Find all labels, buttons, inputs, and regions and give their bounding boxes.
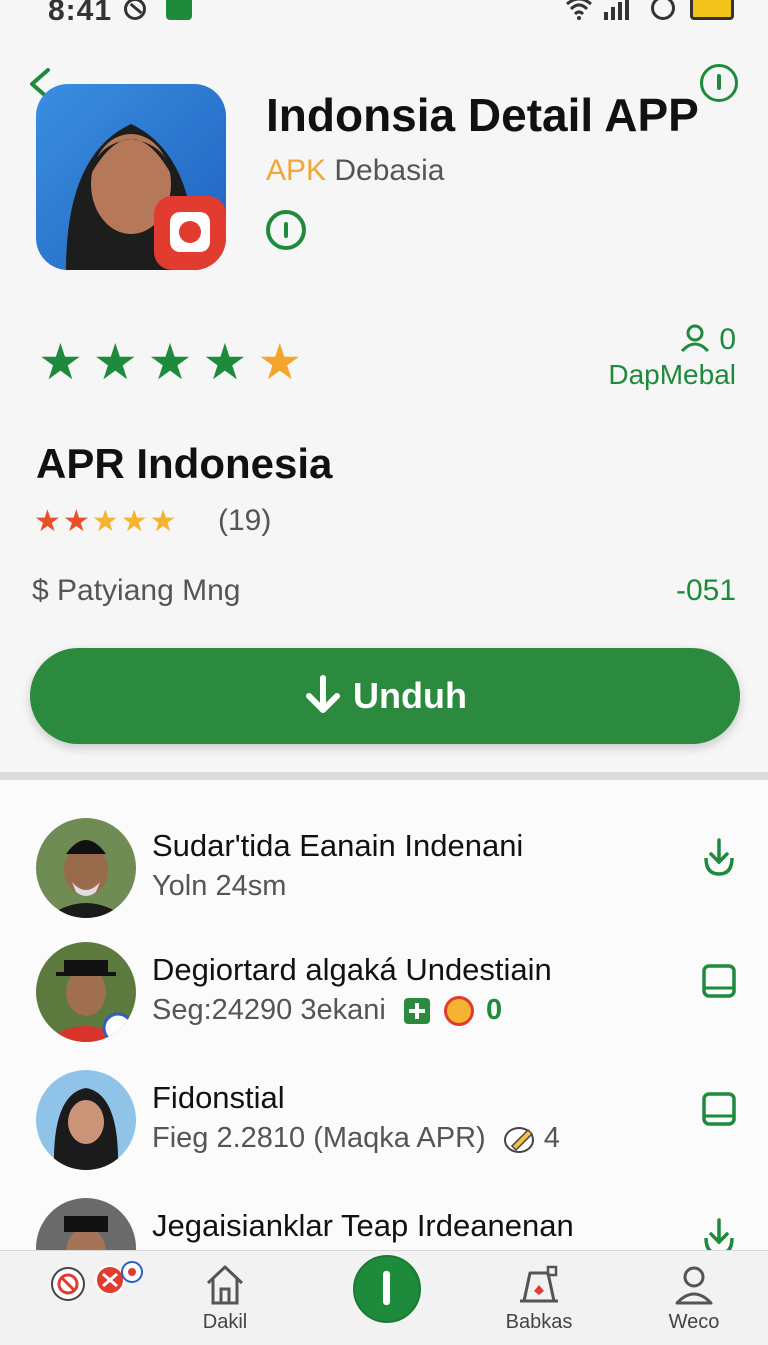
developer-count-value: 0 xyxy=(719,323,736,356)
list-item-subtitle: Seg:24290 3ekani 0 xyxy=(152,994,502,1027)
list-item[interactable]: Degiortard algaká Undestiain Seg:24290 3… xyxy=(0,942,768,1068)
section-title: APR Indonesia xyxy=(36,440,333,487)
star-icon: ★ xyxy=(149,504,177,539)
list-item-title: Sudar'tida Eanain Indenani xyxy=(152,828,524,863)
download-arrow-icon xyxy=(306,675,341,713)
status-bar: 8:41 xyxy=(0,0,768,30)
download-button[interactable]: Unduh xyxy=(30,648,740,744)
price-value: -051 xyxy=(675,574,736,607)
nav-label-profile: Weco xyxy=(668,1311,720,1333)
star-icon: ★ xyxy=(120,504,148,539)
nav-label-home: Dakil xyxy=(202,1311,248,1333)
app-subtitle-highlight: APK xyxy=(266,154,327,187)
list-item[interactable]: Fidonstial Fieg 2.2810 (Maqka APR) 4 xyxy=(0,1070,768,1196)
avatar xyxy=(36,1070,136,1170)
nav-label-store: Babkas xyxy=(505,1311,573,1333)
profile-icon xyxy=(675,1266,713,1305)
download-icon[interactable] xyxy=(700,836,738,878)
nav-item-profile[interactable]: Weco xyxy=(634,1263,754,1334)
developer-info[interactable]: 0 DapMebal xyxy=(608,322,736,392)
home-icon xyxy=(206,1265,244,1305)
user-icon xyxy=(680,324,710,353)
app-subtitle-text: Debasia xyxy=(334,154,445,187)
list-item-subtitle-text: Seg:24290 3ekani xyxy=(152,994,386,1026)
save-icon[interactable] xyxy=(700,960,738,1002)
developer-name: DapMebal xyxy=(608,359,736,390)
star-icon: ★ xyxy=(91,504,119,539)
nav-item-home[interactable]: Dakil xyxy=(165,1263,285,1334)
payment-label: $ Patyiang Mng xyxy=(32,574,241,607)
emoji-badge-icon xyxy=(443,996,474,1027)
section-divider xyxy=(0,772,768,780)
notification-app-icon xyxy=(166,0,192,20)
pencil-icon xyxy=(503,1127,534,1154)
avatar xyxy=(36,818,136,918)
star-icon: ★ xyxy=(62,504,90,539)
list-item-subtitle: Fieg 2.2810 (Maqka APR) 4 xyxy=(152,1122,560,1155)
list-item-subtitle: Yoln 24sm xyxy=(152,870,287,902)
star-icon: ★ xyxy=(38,333,83,391)
app-subtitle: APK Debasia xyxy=(266,154,444,188)
info-icon[interactable] xyxy=(700,64,738,102)
star-icon: ★ xyxy=(92,333,138,391)
do-not-disturb-icon xyxy=(124,0,146,20)
signal-icon xyxy=(604,0,629,20)
floating-notification-badges[interactable] xyxy=(48,1258,148,1308)
avatar xyxy=(36,942,136,1042)
nav-item-store[interactable]: Babkas xyxy=(479,1263,599,1334)
related-list: Sudar'tida Eanain Indenani Yoln 24sm Deg… xyxy=(0,780,768,1298)
app-title: Indonsia Detail APP xyxy=(266,89,699,141)
list-item-subtitle-text: Fieg 2.2810 (Maqka APR) xyxy=(152,1122,486,1154)
review-count: (19) xyxy=(218,504,272,537)
small-rating-stars: ★ ★ ★ ★ ★ xyxy=(34,502,177,542)
list-item-title: Fidonstial xyxy=(152,1080,285,1115)
list-item-title: Jegaisianklar Teap Irdeanenan xyxy=(152,1208,574,1243)
rating-stars[interactable]: ★ ★ ★ ★ ★ xyxy=(38,334,302,390)
list-item-title: Degiortard algaká Undestiain xyxy=(152,952,552,987)
plus-badge-icon xyxy=(403,998,430,1025)
download-label: Unduh xyxy=(353,675,467,716)
verified-icon xyxy=(266,210,306,250)
list-item[interactable]: Sudar'tida Eanain Indenani Yoln 24sm xyxy=(0,818,768,944)
status-time: 8:41 xyxy=(48,0,113,27)
app-icon xyxy=(36,84,226,270)
star-icon: ★ xyxy=(34,504,61,539)
badge-count: 4 xyxy=(543,1122,560,1154)
badge-count: 0 xyxy=(486,994,503,1026)
star-icon: ★ xyxy=(202,333,248,391)
star-icon: ★ xyxy=(257,333,303,391)
store-icon xyxy=(520,1265,558,1303)
star-icon: ★ xyxy=(147,333,193,391)
center-info-icon[interactable] xyxy=(353,1255,421,1323)
wifi-icon xyxy=(566,0,592,20)
developer-count: 0 xyxy=(608,322,736,358)
alarm-icon xyxy=(651,0,675,20)
save-icon[interactable] xyxy=(700,1088,738,1130)
app-portrait-image xyxy=(66,124,226,270)
battery-icon xyxy=(690,0,734,20)
